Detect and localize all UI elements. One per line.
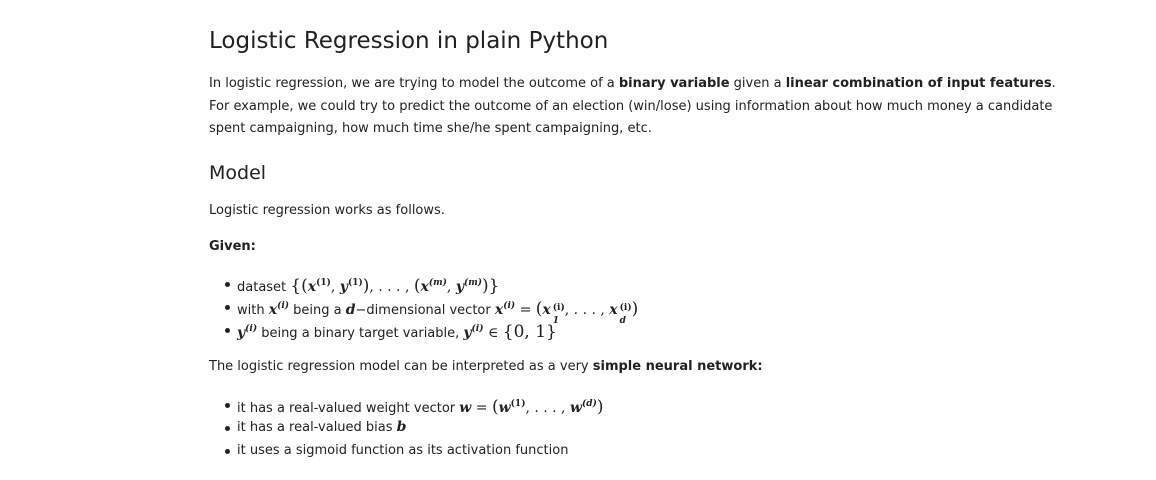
x-i-formula: x(i) xyxy=(268,301,290,318)
target-set-formula: y(i) ∈ {0, 1} xyxy=(463,322,557,342)
bias-symbol: b xyxy=(396,419,407,435)
given-list: dataset {(x(1), y(1)), . . . , (x(m), y(… xyxy=(209,272,639,342)
intro-text-1: In logistic regression, we are trying to… xyxy=(209,76,619,91)
list-item-dataset: dataset {(x(1), y(1)), . . . , (x(m), y(… xyxy=(209,272,638,296)
dataset-label: dataset xyxy=(237,280,291,295)
sigmoid-label: it uses a sigmoid function as its activa… xyxy=(237,443,569,458)
nn-text: The logistic regression model can be int… xyxy=(209,359,593,374)
nn-bold: simple neural network: xyxy=(592,359,763,374)
d-symbol: d xyxy=(345,302,356,318)
model-heading: Model xyxy=(209,162,267,184)
weight-label: it has a real-valued weight vector xyxy=(237,401,460,416)
target-label: being a binary target variable, xyxy=(257,326,464,341)
weight-formula: w = (w(1), . . . , w(d)) xyxy=(459,397,604,417)
works-paragraph: Logistic regression works as follows. xyxy=(209,203,445,218)
intro-paragraph: In logistic regression, we are trying to… xyxy=(209,73,1079,141)
intro-bold-linear-combination: linear combination of input features xyxy=(785,76,1052,91)
vector-formula: x(i) = (x (i) 1, . . . , x (i) d) xyxy=(494,299,639,326)
intro-text-2: given a xyxy=(729,76,786,91)
dimensional-label: −dimensional vector xyxy=(355,303,495,318)
list-item-sigmoid: it uses a sigmoid function as its activa… xyxy=(209,439,603,462)
intro-bold-binary-variable: binary variable xyxy=(618,76,730,91)
bias-label: it has a real-valued bias xyxy=(237,420,397,435)
list-item-target: y(i) being a binary target variable, y(i… xyxy=(209,318,638,342)
list-item-bias: it has a real-valued bias b xyxy=(209,416,603,439)
nn-paragraph: The logistic regression model can be int… xyxy=(209,359,763,374)
given-label: Given: xyxy=(209,239,256,254)
list-item-weight: it has a real-valued weight vector w = (… xyxy=(209,393,604,417)
dataset-formula: {(x(1), y(1)), . . . , (x(m), y(m))} xyxy=(290,276,500,296)
given-bold: Given: xyxy=(209,239,256,254)
list-item-feature-vector: with x(i) being a d−dimensional vector x… xyxy=(209,295,639,326)
y-i-formula: y(i) xyxy=(237,324,258,341)
nn-list: it has a real-valued weight vector w = (… xyxy=(209,393,603,462)
page-title: Logistic Regression in plain Python xyxy=(209,28,609,54)
being-a-label: being a xyxy=(289,303,346,318)
with-label: with xyxy=(237,303,269,318)
